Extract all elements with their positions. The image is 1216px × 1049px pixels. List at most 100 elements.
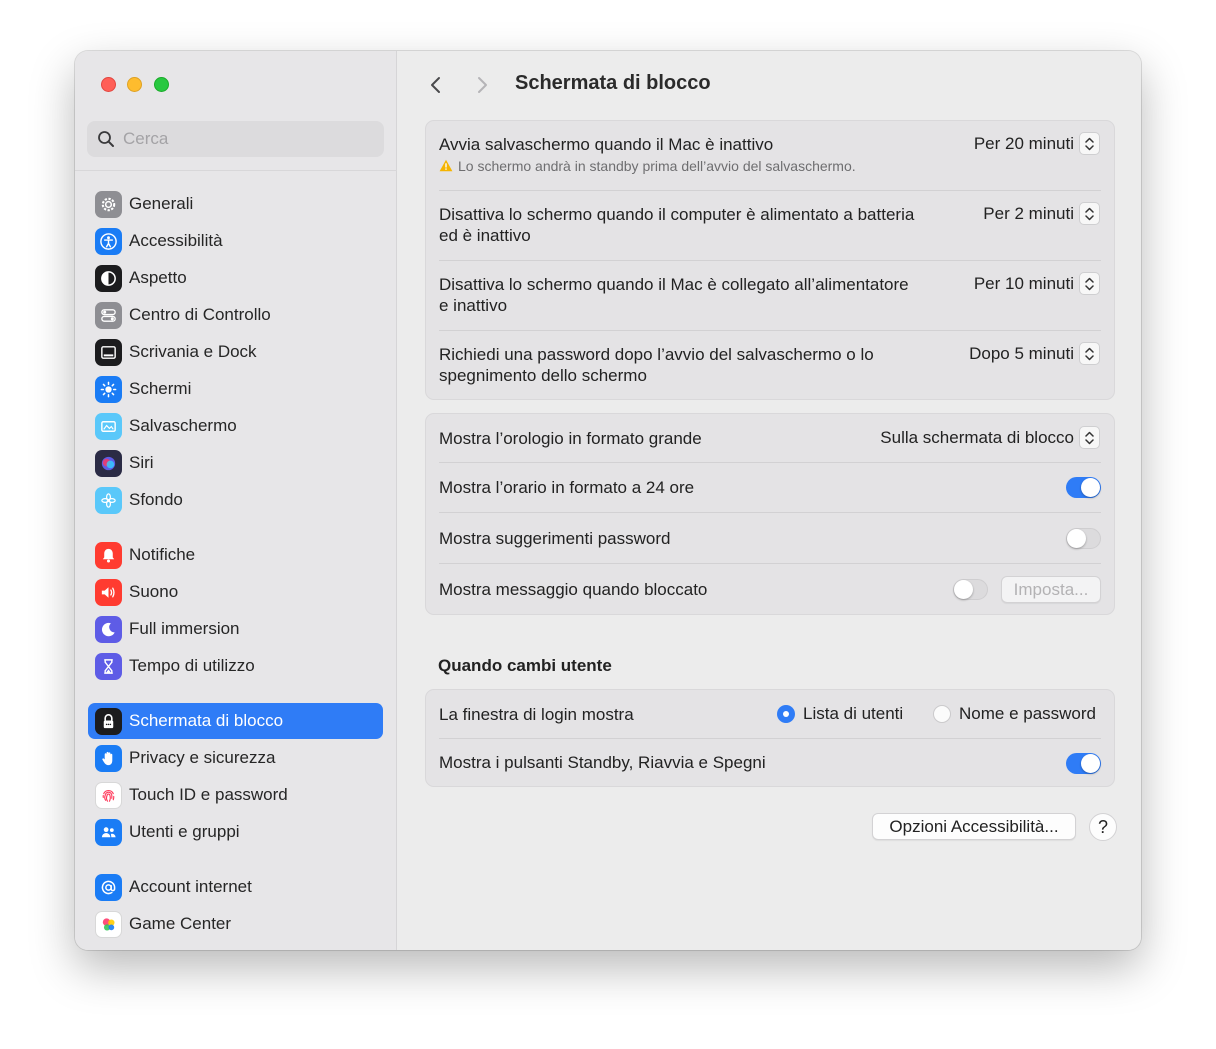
sidebar-item-full-immersion[interactable]: Full immersion	[88, 611, 383, 647]
warning-icon	[439, 159, 453, 172]
login-window-label: La finestra di login mostra	[439, 705, 634, 724]
large-clock-popup[interactable]: Sulla schermata di blocco	[880, 426, 1100, 449]
set-message-button[interactable]: Imposta...	[1001, 576, 1101, 603]
sidebar-item-notifiche[interactable]: Notifiche	[88, 537, 383, 573]
appearance-icon	[95, 265, 122, 292]
chevron-up-down-icon	[1079, 342, 1100, 365]
hand-icon	[95, 745, 122, 772]
chevron-up-down-icon	[1079, 202, 1100, 225]
screensaver-row: Avvia salvaschermo quando il Mac è inatt…	[426, 121, 1114, 191]
gear-icon	[95, 191, 122, 218]
search-field[interactable]	[87, 121, 384, 157]
chevron-up-down-icon	[1079, 426, 1100, 449]
sidebar-item-salvaschermo[interactable]: Salvaschermo	[88, 408, 383, 444]
password-hints-toggle[interactable]	[1066, 528, 1101, 549]
label-line-1: Disattiva lo schermo quando il Mac è col…	[439, 275, 909, 294]
sidebar-item-sfondo[interactable]: Sfondo	[88, 482, 383, 518]
radio-list-of-users[interactable]: Lista di utenti	[777, 704, 903, 724]
help-button[interactable]: ?	[1089, 813, 1117, 841]
sidebar-item-aspetto[interactable]: Aspetto	[88, 260, 383, 296]
require-password-popup[interactable]: Dopo 5 minuti	[969, 342, 1100, 365]
adapter-display-off-popup[interactable]: Per 10 minuti	[974, 272, 1100, 295]
sidebar-item-centro-di-controllo[interactable]: Centro di Controllo	[88, 297, 383, 333]
sun-icon	[95, 376, 122, 403]
password-hints-label: Mostra suggerimenti password	[439, 529, 671, 548]
sidebar-item-schermata-di-blocco[interactable]: Schermata di blocco	[88, 703, 383, 739]
label-line-1: Disattiva lo schermo quando il computer …	[439, 205, 915, 224]
settings-window: Generali Accessibilità Aspetto Centro di…	[75, 51, 1141, 950]
screensaver-label: Avvia salvaschermo quando il Mac è inatt…	[439, 135, 774, 154]
sidebar-item-tempo-di-utilizzo[interactable]: Tempo di utilizzo	[88, 648, 383, 684]
forward-button[interactable]	[472, 73, 492, 97]
radio-label: Nome e password	[959, 704, 1097, 723]
sidebar-item-siri[interactable]: Siri	[88, 445, 383, 481]
sidebar-item-label: Salvaschermo	[129, 416, 237, 435]
toggle-knob	[1081, 754, 1100, 773]
large-clock-row: Mostra l’orologio in formato grande Sull…	[426, 414, 1114, 463]
accessibility-options-button[interactable]: Opzioni Accessibilità...	[872, 813, 1076, 840]
time-24h-toggle[interactable]	[1066, 477, 1101, 498]
sidebar-item-label: Notifiche	[129, 545, 196, 564]
sidebar-item-touch-id-e-password[interactable]: Touch ID e password	[88, 777, 383, 813]
radio-label: Lista di utenti	[803, 704, 904, 723]
switch-user-section-title: Quando cambi utente	[438, 656, 612, 675]
time-24h-label: Mostra l’orario in formato a 24 ore	[439, 478, 695, 497]
popup-value: Per 10 minuti	[973, 273, 1074, 293]
accessibility-icon	[95, 228, 122, 255]
battery-display-off-label: Disattiva lo schermo quando il computer …	[439, 204, 914, 246]
sidebar-item-scrivania-e-dock[interactable]: Scrivania e Dock	[88, 334, 383, 370]
wallpaper-icon	[95, 487, 122, 514]
search-input[interactable]	[123, 121, 373, 157]
screensaver-popup[interactable]: Per 20 minuti	[974, 132, 1100, 155]
popup-value: Sulla schermata di blocco	[880, 427, 1074, 447]
power-buttons-label: Mostra i pulsanti Standby, Riavvia e Spe…	[439, 753, 766, 772]
switch-user-group: La finestra di login mostra Lista di ute…	[425, 689, 1115, 787]
sidebar-item-generali[interactable]: Generali	[88, 186, 383, 222]
zoom-window-button[interactable]	[154, 77, 169, 92]
sidebar-item-account-internet[interactable]: Account internet	[88, 869, 383, 905]
sidebar-item-utenti-e-gruppi[interactable]: Utenti e gruppi	[88, 814, 383, 850]
sidebar-item-label: Touch ID e password	[129, 785, 288, 804]
sidebar-item-label: Generali	[129, 194, 194, 213]
sidebar-item-label: Centro di Controllo	[129, 305, 271, 324]
hourglass-icon	[95, 653, 122, 680]
siri-icon	[95, 450, 122, 477]
display-timing-group: Avvia salvaschermo quando il Mac è inatt…	[425, 120, 1115, 400]
chevron-up-down-icon	[1079, 132, 1100, 155]
sidebar-item-label: Account internet	[129, 877, 252, 896]
speaker-icon	[95, 579, 122, 606]
label-line-2: ed è inattivo	[439, 226, 531, 245]
sidebar-item-schermi[interactable]: Schermi	[88, 371, 383, 407]
sidebar-item-label: Siri	[129, 453, 154, 472]
sidebar-item-game-center[interactable]: Game Center	[88, 906, 383, 942]
sidebar-item-label: Schermi	[129, 379, 192, 398]
sidebar-item-label: Utenti e gruppi	[129, 822, 240, 841]
screensaver-icon	[95, 413, 122, 440]
lock-message-toggle[interactable]	[953, 579, 988, 600]
sidebar-item-label: Suono	[129, 582, 179, 601]
sidebar: Generali Accessibilità Aspetto Centro di…	[75, 51, 397, 950]
radio-name-and-password[interactable]: Nome e password	[933, 704, 1096, 724]
sidebar-item-suono[interactable]: Suono	[88, 574, 383, 610]
dock-icon	[95, 339, 122, 366]
sidebar-item-label: Accessibilità	[129, 231, 223, 250]
lock-message-label: Mostra messaggio quando bloccato	[439, 580, 708, 599]
battery-display-off-popup[interactable]: Per 2 minuti	[983, 202, 1100, 225]
screensaver-warning: Lo schermo andrà in standby prima dell’a…	[439, 158, 856, 175]
sidebar-item-label: Scrivania e Dock	[129, 342, 257, 361]
popup-value: Per 2 minuti	[983, 203, 1074, 223]
require-password-label: Richiedi una password dopo l’avvio del s…	[439, 344, 874, 386]
minimize-window-button[interactable]	[127, 77, 142, 92]
sidebar-item-label: Schermata di blocco	[129, 711, 284, 730]
sidebar-item-label: Tempo di utilizzo	[129, 656, 255, 675]
sidebar-item-label: Aspetto	[129, 268, 187, 287]
power-buttons-toggle[interactable]	[1066, 753, 1101, 774]
close-window-button[interactable]	[101, 77, 116, 92]
toggle-knob	[1067, 529, 1086, 548]
toggle-knob	[1081, 478, 1100, 497]
back-button[interactable]	[426, 73, 446, 97]
sidebar-item-privacy-e-sicurezza[interactable]: Privacy e sicurezza	[88, 740, 383, 776]
sidebar-item-accessibilita[interactable]: Accessibilità	[88, 223, 383, 259]
bell-icon	[95, 542, 122, 569]
require-password-row: Richiedi una password dopo l’avvio del s…	[426, 331, 1114, 401]
